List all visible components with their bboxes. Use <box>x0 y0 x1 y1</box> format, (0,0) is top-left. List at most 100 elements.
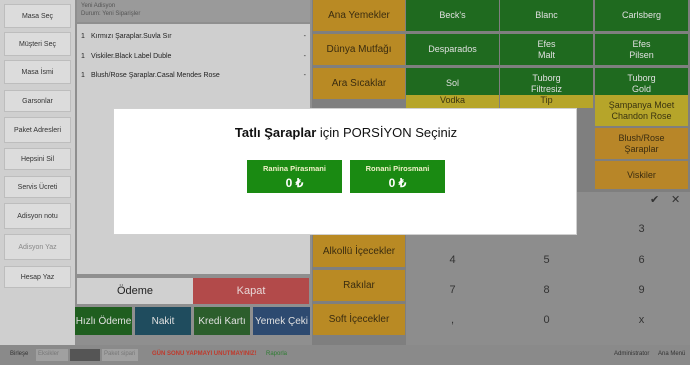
order-row[interactable]: 1 Viskiler.Black Label Duble - <box>81 51 306 63</box>
product-desparados[interactable]: Desparados <box>406 34 499 65</box>
product-label: Viskiler <box>627 169 656 180</box>
product-blush-rose[interactable]: Blush/Rose Şaraplar <box>595 128 688 159</box>
key-5[interactable]: 5 <box>500 246 593 274</box>
portion-name: Ronani Pirosmani <box>365 164 430 173</box>
portion-dialog: Tatlı Şaraplar için PORSİYON Seçiniz Ran… <box>113 108 577 235</box>
footer-input-blank[interactable] <box>70 349 100 361</box>
product-label: Efes <box>632 38 651 49</box>
sidebar-item-adisyon-yaz[interactable]: Adisyon Yaz <box>4 234 71 260</box>
footer-input-eksikler[interactable]: Eksikler <box>36 349 68 361</box>
hizli-odeme-button[interactable]: Hızlı Ödeme <box>75 307 132 335</box>
product-label: Beck's <box>439 10 466 20</box>
key-8[interactable]: 8 <box>500 276 593 304</box>
product-blanc[interactable]: Blanc <box>500 0 593 31</box>
footer-label: Birleşe <box>10 351 29 357</box>
product-vodka[interactable]: Vodka <box>406 95 499 108</box>
key-4[interactable]: 4 <box>406 246 499 274</box>
category-dunya-mutfagi[interactable]: Dünya Mutfağı <box>313 34 405 65</box>
order-row[interactable]: 1 Blush/Rose Şaraplar.Casal Mendes Rose … <box>81 70 306 82</box>
product-label: Sol <box>445 78 459 88</box>
order-row[interactable]: 1 Kırmızı Şaraplar.Suvla Sır - <box>81 31 306 43</box>
category-ara-sicaklar[interactable]: Ara Sıcaklar <box>313 68 405 99</box>
sidebar-item-hepsini-sil[interactable]: Hepsini Sil <box>4 148 71 170</box>
portion-price: 0 ₺ <box>388 176 407 190</box>
sidebar-item-servis-ucreti[interactable]: Servis Ücreti <box>4 176 71 198</box>
category-rakilar[interactable]: Rakılar <box>313 270 405 301</box>
sidebar-item-hesap-yaz[interactable]: Hesap Yaz <box>4 266 71 288</box>
key-x[interactable]: x <box>595 306 688 334</box>
check-icon[interactable]: ✔ <box>650 193 659 206</box>
portion-name: Ranina Pirasmani <box>263 164 326 173</box>
dialog-title: Tatlı Şaraplar için PORSİYON Seçiniz <box>114 125 578 140</box>
footer-user: Administrator <box>614 351 650 357</box>
order-header-title: Yeni Adisyon <box>81 3 116 9</box>
order-row-qty: 1 <box>81 33 85 40</box>
category-soft-icecekler[interactable]: Soft İçecekler <box>313 304 405 335</box>
dialog-title-text: için PORSİYON Seçiniz <box>316 125 458 140</box>
sidebar-item-musteri-sec[interactable]: Müşteri Seç <box>4 32 71 56</box>
footer-report-link[interactable]: Raporla <box>266 351 287 357</box>
product-label: Tuborg <box>627 72 656 83</box>
kapat-button[interactable]: Kapat <box>193 278 309 304</box>
sidebar-item-masa-sec[interactable]: Masa Seç <box>4 4 71 28</box>
sidebar-item-adisyon-notu[interactable]: Adisyon notu <box>4 203 71 229</box>
key-3[interactable]: 3 <box>595 215 688 243</box>
dialog-title-product: Tatlı Şaraplar <box>234 125 317 140</box>
order-header-status: Durum: Yeni Siparişler <box>81 11 141 17</box>
odeme-label: Ödeme <box>77 278 193 304</box>
product-efes-malt[interactable]: Efes Malt <box>500 34 593 65</box>
footer-warning: GÜN SONU YAPMAYI UNUTMAYINIZ! <box>152 351 257 357</box>
product-becks[interactable]: Beck's <box>406 0 499 31</box>
product-label: Tip <box>540 95 553 105</box>
order-row-name: Viskiler.Black Label Duble <box>91 53 172 60</box>
product-sublabel: Pilsen <box>629 49 654 60</box>
portion-price: 0 ₺ <box>285 176 304 190</box>
order-row-qty: 1 <box>81 72 85 79</box>
product-viskiler[interactable]: Viskiler <box>595 161 688 189</box>
kredi-karti-button[interactable]: Kredi Kartı <box>194 307 250 335</box>
product-label: Tuborg <box>532 72 561 83</box>
order-header: Yeni Adisyon Durum: Yeni Siparişler <box>77 0 310 22</box>
order-row-name: Blush/Rose Şaraplar.Casal Mendes Rose <box>91 72 220 79</box>
product-sublabel: Şaraplar <box>624 143 659 154</box>
product-efes-pilsen[interactable]: Efes Pilsen <box>595 34 688 65</box>
product-label: Vodka <box>439 95 466 105</box>
product-label: Efes <box>537 38 556 49</box>
order-row-remove[interactable]: - <box>304 31 306 43</box>
order-row-remove[interactable]: - <box>304 51 306 63</box>
category-alkollu-icecekler[interactable]: Alkollü İçecekler <box>313 235 405 267</box>
key-9[interactable]: 9 <box>595 276 688 304</box>
yemek-ceki-button[interactable]: Yemek Çeki <box>253 307 310 335</box>
sidebar-item-garsonlar[interactable]: Garsonlar <box>4 90 71 112</box>
product-tip[interactable]: Tip <box>500 95 593 108</box>
key-comma[interactable]: , <box>406 306 499 334</box>
order-row-qty: 1 <box>81 53 85 60</box>
product-sublabel: Chandon Rose <box>611 110 672 121</box>
footer-main-menu[interactable]: Ana Menü <box>658 351 685 357</box>
nakit-button[interactable]: Nakit <box>135 307 191 335</box>
close-icon[interactable]: ✕ <box>671 193 680 206</box>
order-row-name: Kırmızı Şaraplar.Suvla Sır <box>91 33 172 40</box>
order-row-remove[interactable]: - <box>304 70 306 82</box>
sidebar: Masa Seç Müşteri Seç Masa İsmi Garsonlar… <box>0 0 75 345</box>
product-sampanya-moet[interactable]: Şampanya Moet Chandon Rose <box>595 95 688 126</box>
product-sublabel: Filtresiz <box>531 83 562 94</box>
key-0[interactable]: 0 <box>500 306 593 334</box>
product-label: Blush/Rose <box>618 132 665 143</box>
footer-input-paket[interactable]: Paket sipari <box>102 349 138 361</box>
product-label: Şampanya Moet <box>608 99 675 110</box>
product-sublabel: Gold <box>631 83 651 94</box>
portion-option-2[interactable]: Ronani Pirosmani 0 ₺ <box>350 160 445 193</box>
sidebar-item-masa-ismi[interactable]: Masa İsmi <box>4 60 71 84</box>
product-label: Desparados <box>428 44 477 54</box>
portion-option-1[interactable]: Ranina Pirasmani 0 ₺ <box>247 160 342 193</box>
product-label: Blanc <box>535 10 558 20</box>
key-6[interactable]: 6 <box>595 246 688 274</box>
key-7[interactable]: 7 <box>406 276 499 304</box>
product-carlsberg[interactable]: Carlsberg <box>595 0 688 31</box>
category-ana-yemekler[interactable]: Ana Yemekler <box>313 0 405 31</box>
footer: Birleşe Eksikler Paket sipari GÜN SONU Y… <box>0 345 690 365</box>
product-label: Carlsberg <box>621 10 661 20</box>
sidebar-item-paket-adresleri[interactable]: Paket Adresleri <box>4 117 71 143</box>
product-sublabel: Malt <box>537 49 555 60</box>
